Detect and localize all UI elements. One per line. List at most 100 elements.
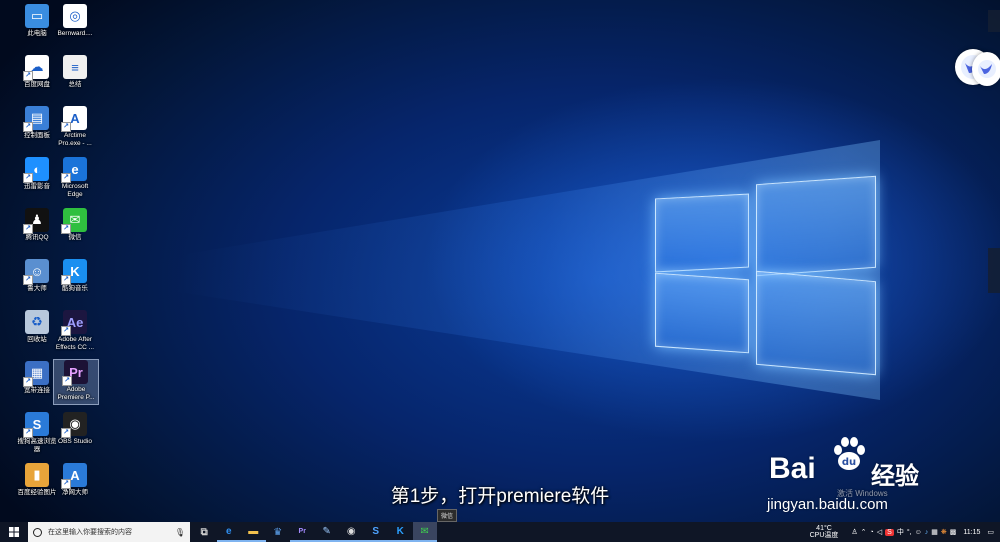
keyboard-icon[interactable]: ▦ xyxy=(931,528,938,536)
taskbar-arctime-taskbar-button[interactable]: ✎ xyxy=(314,522,339,542)
taskbar-wechat-taskbar-button[interactable]: ✉ xyxy=(412,522,437,542)
taskbar-search-box[interactable]: 在这里输入你要搜索的内容 🎙︎ xyxy=(28,522,190,542)
start-button[interactable] xyxy=(0,522,28,542)
baidu-paw-icon: du xyxy=(834,437,865,470)
control-panel-icon: ▤ ↗ xyxy=(23,106,49,132)
wechat-icon: ✉ ↗ xyxy=(61,208,87,234)
shortcut-arrow-icon: ↗ xyxy=(61,122,71,132)
microphone-icon[interactable]: 🎙︎ xyxy=(175,528,185,537)
desktop-icon-label: Bernward.... xyxy=(57,30,93,37)
ludashi-icon: ☺ ↗ xyxy=(23,259,49,285)
desktop-icon-label: Arctime Pro.exe - ... xyxy=(58,132,92,147)
cortana-circle-icon xyxy=(33,527,42,537)
desktop-icon-edge[interactable]: e ↗ Microsoft Edge xyxy=(53,157,97,199)
desktop-icon-label: Adobe After Effects CC ... xyxy=(55,336,95,351)
desktop-icon-label: 微信 xyxy=(68,234,82,241)
people-icon[interactable]: ♙ xyxy=(851,528,857,536)
arctime-taskbar-icon: ✎ xyxy=(322,525,331,537)
edge-icon: e ↗ xyxy=(61,157,87,183)
file-explorer-icon: ▬ xyxy=(248,525,259,537)
desktop-icon-label: OBS Studio xyxy=(58,438,92,445)
kugou-taskbar-icon: K xyxy=(396,525,404,537)
bird-logo-icon xyxy=(978,60,996,78)
toolbox-icon[interactable]: ▩ xyxy=(950,528,957,536)
shortcut-arrow-icon: ↗ xyxy=(23,428,33,438)
search-placeholder-text: 在这里输入你要搜索的内容 xyxy=(48,529,132,536)
right-edge-handle-middle[interactable] xyxy=(988,248,1000,293)
task-view-icon: ⧉ xyxy=(200,526,208,538)
voice-input-icon[interactable]: ♪ xyxy=(925,529,929,536)
taskbar-kugou-taskbar-button[interactable]: K xyxy=(388,522,413,542)
wechat-taskbar-icon: ✉ xyxy=(420,525,429,537)
kugou-music-icon: K ↗ xyxy=(61,259,87,285)
shortcut-arrow-icon: ↗ xyxy=(23,71,33,81)
sogou-browser-icon: S ↗ xyxy=(23,412,49,438)
right-edge-handle-top[interactable] xyxy=(988,10,1000,32)
taskbar-file-explorer-button[interactable]: ▬ xyxy=(241,522,266,542)
broadband-connection-icon: ▦ ↗ xyxy=(23,361,49,387)
premiere-pro-icon: Pr ↗ xyxy=(62,360,88,386)
computer-icon: ▭ xyxy=(25,4,49,28)
sogou-ime-icon[interactable]: S xyxy=(885,528,894,536)
notification-center-icon[interactable]: ▭ xyxy=(987,528,994,536)
taskbar-app-list: ⧉ e ▬ ♛ Pr ✎ ◉ S K ✉ xyxy=(192,522,437,542)
after-effects-icon: Ae ↗ xyxy=(61,310,87,336)
obs-taskbar-icon: ◉ xyxy=(346,525,356,537)
qq-penguin-icon: ♟ ↗ xyxy=(23,208,49,234)
shortcut-arrow-icon: ↗ xyxy=(61,224,71,234)
taskbar-app-taskbar-button[interactable]: ♛ xyxy=(266,522,291,542)
desktop-icon-premiere-pro[interactable]: Pr ↗ Adobe Premiere P... xyxy=(53,359,99,405)
desktop-icon-arctime[interactable]: A ↗ Arctime Pro.exe - ... xyxy=(53,106,97,148)
tray-arrow-icon[interactable]: ⌃ xyxy=(861,528,867,536)
shortcut-arrow-icon: ↗ xyxy=(23,377,33,387)
desktop-icon-kugou-music[interactable]: K ↗ 酷狗音乐 xyxy=(53,259,97,293)
system-tray: 41°C CPU温度 ♙ ⌃ ◔ ◁ S 中 °, ☺ ♪ ▦ ❋ ▩ 11:1… xyxy=(810,522,1000,542)
floating-assistant-ball-2[interactable] xyxy=(972,52,1000,86)
baidu-netdisk-icon: ☁ ↗ xyxy=(23,55,49,81)
arctime-icon: A ↗ xyxy=(61,106,87,132)
taskbar-sogou-taskbar-button[interactable]: S xyxy=(363,522,388,542)
taskbar-tooltip: 微信 xyxy=(437,509,458,522)
skin-icon[interactable]: ❋ xyxy=(941,528,947,536)
windows-logo-pane-top-right xyxy=(756,175,876,277)
punctuation-icon[interactable]: °, xyxy=(907,529,912,536)
desktop-icon-label: 酷狗音乐 xyxy=(62,285,88,292)
shortcut-arrow-icon: ↗ xyxy=(61,275,71,285)
desktop-icon-label: Microsoft Edge xyxy=(61,183,89,198)
temperature-value: 41°C xyxy=(816,525,832,532)
desktop-icon-text-document[interactable]: ≡ 总结 xyxy=(53,55,97,89)
taskbar-obs-taskbar-button[interactable]: ◉ xyxy=(339,522,364,542)
desktop-icon-bernward-app[interactable]: ◎ Bernward.... xyxy=(53,4,97,38)
taskbar-task-view-button[interactable]: ⧉ xyxy=(192,522,217,542)
taskbar: 在这里输入你要搜索的内容 🎙︎ ⧉ e ▬ ♛ Pr ✎ ◉ S K ✉ 41°C CPU温度 ♙… xyxy=(0,522,1000,542)
shortcut-arrow-icon: ↗ xyxy=(23,275,33,285)
shortcut-arrow-icon: ↗ xyxy=(61,173,71,183)
taskbar-edge-taskbar-button[interactable]: e xyxy=(216,522,241,542)
taskbar-premiere-taskbar-button[interactable]: Pr xyxy=(290,522,315,542)
network-icon[interactable]: ◔ xyxy=(870,529,874,536)
shortcut-arrow-icon: ↗ xyxy=(61,326,71,336)
cpu-temperature-label: CPU温度 xyxy=(809,532,839,539)
windows-logo-pane-top-left xyxy=(655,193,749,273)
desktop-icon-label: Adobe Premiere P... xyxy=(57,386,95,401)
volume-icon[interactable]: ◁ xyxy=(877,528,882,536)
desktop-icon-wechat[interactable]: ✉ ↗ 微信 xyxy=(53,208,97,242)
windows-logo-pane-bottom-right xyxy=(756,270,876,376)
shortcut-arrow-icon: ↗ xyxy=(61,428,71,438)
clock-time[interactable]: 11:15 xyxy=(963,529,980,536)
desktop-icon-obs-studio[interactable]: ◉ ↗ OBS Studio xyxy=(53,412,97,446)
edge-taskbar-icon: e xyxy=(225,525,232,537)
bernward-app-icon: ◎ xyxy=(63,4,87,28)
shortcut-arrow-icon: ↗ xyxy=(62,376,72,386)
emoji-icon[interactable]: ☺ xyxy=(915,529,922,536)
sogou-taskbar-icon: S xyxy=(372,525,380,537)
obs-studio-icon: ◉ ↗ xyxy=(61,412,87,438)
desktop-icon-label: 总结 xyxy=(68,81,82,88)
app-taskbar-icon: ♛ xyxy=(273,526,283,538)
text-document-icon: ≡ xyxy=(63,55,87,79)
cpu-temperature-widget[interactable]: 41°C CPU温度 xyxy=(810,525,839,539)
ime-mode-indicator[interactable]: 中 xyxy=(897,527,904,537)
xunlei-player-icon: ◐ ↗ xyxy=(23,157,49,183)
windows-start-icon xyxy=(9,527,19,537)
desktop-icon-after-effects[interactable]: Ae ↗ Adobe After Effects CC ... xyxy=(53,310,97,352)
